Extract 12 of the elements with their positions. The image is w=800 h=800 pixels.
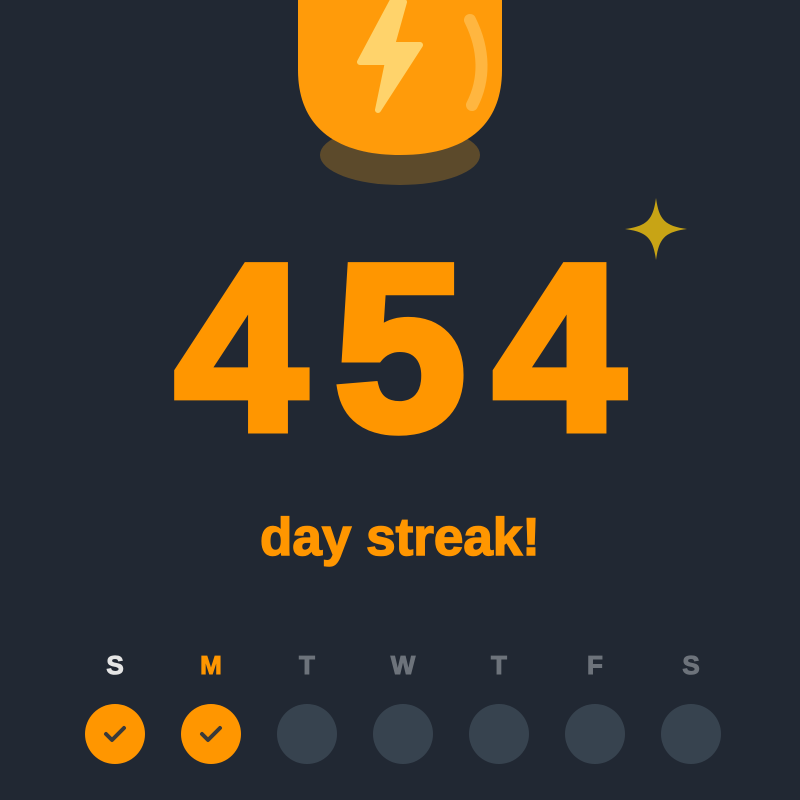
streak-label: day streak! <box>260 508 540 568</box>
day-label: S <box>682 650 700 680</box>
day-label: W <box>390 650 416 680</box>
sparkle-icon <box>625 198 687 260</box>
day-label: M <box>200 650 222 680</box>
day-label: T <box>491 650 507 680</box>
check-icon <box>103 724 127 744</box>
day-label: T <box>299 650 315 680</box>
day-label: F <box>587 650 603 680</box>
streak-count: 454 <box>174 248 653 448</box>
day-label: S <box>106 650 124 680</box>
check-icon <box>199 724 223 744</box>
